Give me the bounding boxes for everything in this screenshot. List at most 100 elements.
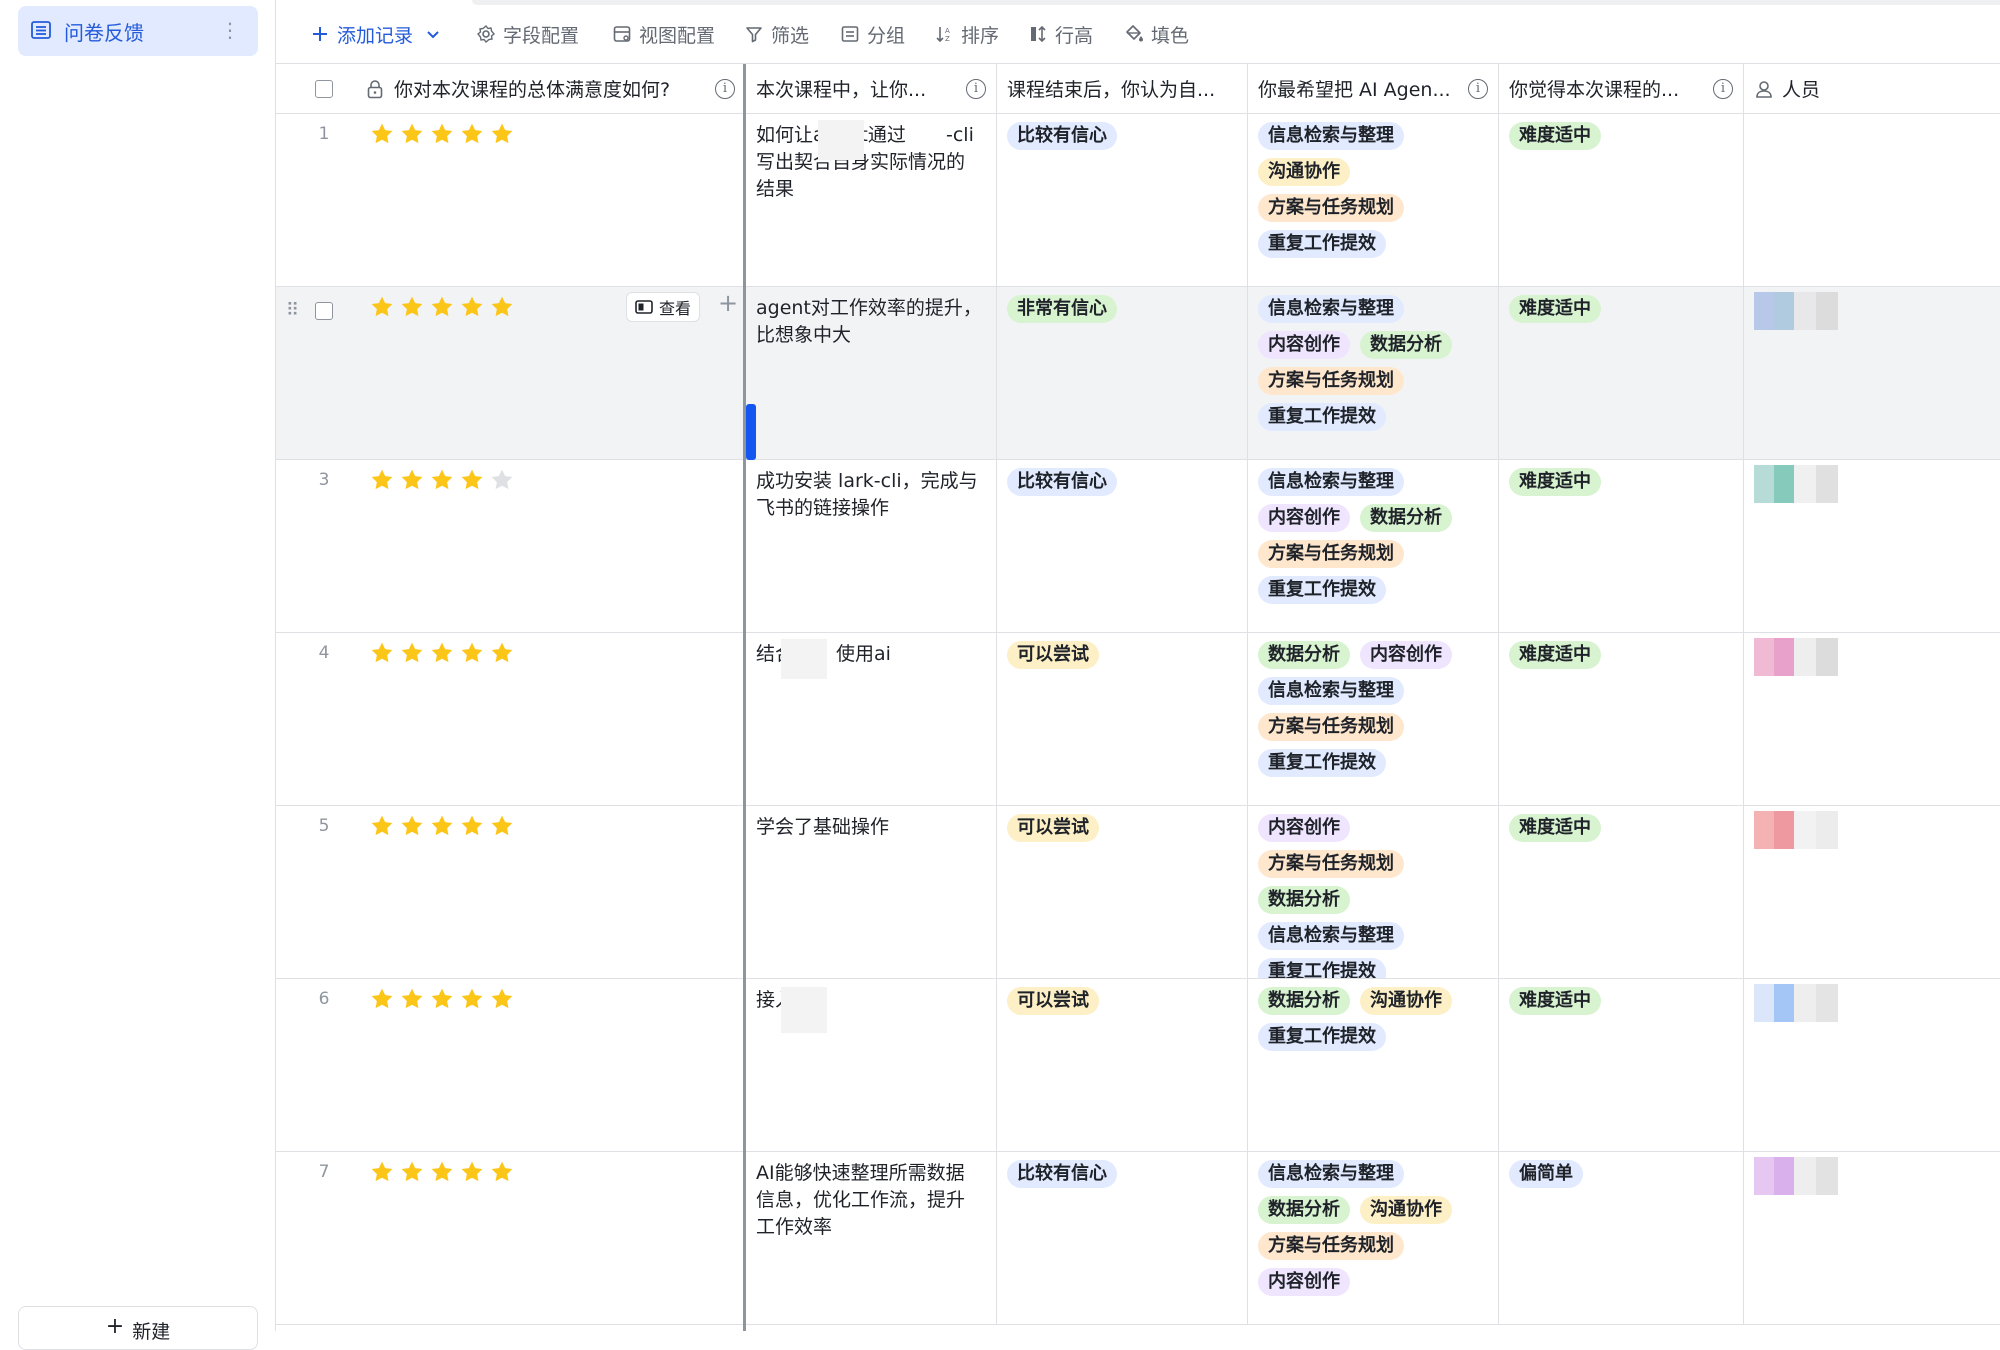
confidence-tag[interactable]: 非常有信心 [1007, 295, 1117, 323]
agent-use-tag[interactable]: 沟通协作 [1360, 987, 1452, 1015]
group-button[interactable]: 分组 [840, 20, 905, 48]
agent-use-tag[interactable]: 重复工作提效 [1258, 749, 1386, 777]
header-col-person[interactable]: 人员 [1744, 64, 2000, 114]
star-rating[interactable] [370, 814, 514, 838]
star-icon[interactable] [430, 814, 454, 838]
star-icon[interactable] [400, 295, 424, 319]
avatar[interactable] [1754, 1157, 1838, 1195]
agent-use-tag[interactable]: 数据分析 [1258, 987, 1350, 1015]
info-icon[interactable]: i [1713, 78, 1733, 99]
sort-button[interactable]: AZ 排序 [934, 20, 999, 48]
agent-use-tag[interactable]: 方案与任务规划 [1258, 540, 1404, 568]
star-rating[interactable] [370, 987, 514, 1011]
avatar[interactable] [1754, 465, 1838, 503]
star-icon[interactable] [370, 122, 394, 146]
star-icon[interactable] [460, 1160, 484, 1184]
difficulty-tag[interactable]: 难度适中 [1509, 468, 1601, 496]
star-rating[interactable] [370, 122, 514, 146]
star-icon[interactable] [370, 468, 394, 492]
header-col-difficulty[interactable]: 你觉得本次课程的... i [1499, 64, 1744, 114]
star-icon[interactable] [430, 122, 454, 146]
star-icon[interactable] [370, 641, 394, 665]
info-icon[interactable]: i [1468, 78, 1488, 99]
difficulty-tag[interactable]: 难度适中 [1509, 987, 1601, 1015]
more-vertical-icon[interactable]: ⋮ [220, 18, 240, 42]
star-icon[interactable] [490, 295, 514, 319]
star-icon[interactable] [400, 987, 424, 1011]
field-config-button[interactable]: 字段配置 [476, 20, 579, 48]
star-icon[interactable] [400, 468, 424, 492]
agent-use-tag[interactable]: 信息检索与整理 [1258, 295, 1404, 323]
agent-use-tag[interactable]: 数据分析 [1360, 504, 1452, 532]
agent-use-tag[interactable]: 方案与任务规划 [1258, 1232, 1404, 1260]
agent-use-tag[interactable]: 方案与任务规划 [1258, 713, 1404, 741]
row-height-button[interactable]: 行高 [1028, 20, 1093, 48]
confidence-tag[interactable]: 比较有信心 [1007, 122, 1117, 150]
star-icon[interactable] [460, 468, 484, 492]
agent-use-tag[interactable]: 内容创作 [1360, 641, 1452, 669]
sidebar-item-questionnaire[interactable]: 问卷反馈 ⋮ [18, 6, 258, 56]
header-col-satisfaction[interactable]: 你对本次课程的总体满意度如何? i [276, 64, 746, 114]
agent-use-tag[interactable]: 信息检索与整理 [1258, 922, 1404, 950]
info-icon[interactable]: i [715, 78, 735, 99]
star-icon[interactable] [400, 814, 424, 838]
chevron-down-icon[interactable] [425, 26, 441, 42]
frozen-column-divider[interactable] [743, 64, 746, 1331]
agent-use-tag[interactable]: 数据分析 [1360, 331, 1452, 359]
confidence-tag[interactable]: 可以尝试 [1007, 814, 1099, 842]
filter-button[interactable]: 筛选 [744, 20, 809, 48]
agent-use-tag[interactable]: 信息检索与整理 [1258, 468, 1404, 496]
star-icon[interactable] [460, 122, 484, 146]
agent-use-tag[interactable]: 方案与任务规划 [1258, 367, 1404, 395]
column-resize-handle[interactable] [746, 404, 756, 460]
difficulty-tag[interactable]: 难度适中 [1509, 122, 1601, 150]
add-record-button[interactable]: 添加记录 [310, 20, 448, 48]
star-icon[interactable] [490, 814, 514, 838]
agent-use-tag[interactable]: 沟通协作 [1360, 1196, 1452, 1224]
agent-use-tag[interactable]: 重复工作提效 [1258, 958, 1386, 978]
star-icon[interactable] [430, 987, 454, 1011]
agent-use-tag[interactable]: 重复工作提效 [1258, 576, 1386, 604]
header-col-takeaway[interactable]: 本次课程中，让你... i [746, 64, 997, 114]
header-col-confidence[interactable]: 课程结束后，你认为自... [997, 64, 1248, 114]
star-rating[interactable] [370, 468, 514, 492]
difficulty-tag[interactable]: 难度适中 [1509, 641, 1601, 669]
avatar[interactable] [1754, 292, 1838, 330]
agent-use-tag[interactable]: 重复工作提效 [1258, 403, 1386, 431]
star-icon[interactable] [490, 987, 514, 1011]
confidence-tag[interactable]: 比较有信心 [1007, 1160, 1117, 1188]
star-icon[interactable] [370, 814, 394, 838]
confidence-tag[interactable]: 比较有信心 [1007, 468, 1117, 496]
agent-use-tag[interactable]: 信息检索与整理 [1258, 1160, 1404, 1188]
star-icon[interactable] [400, 641, 424, 665]
agent-use-tag[interactable]: 方案与任务规划 [1258, 850, 1404, 878]
star-icon[interactable] [400, 122, 424, 146]
agent-use-tag[interactable]: 内容创作 [1258, 814, 1350, 842]
row-checkbox[interactable] [315, 302, 333, 320]
star-icon[interactable] [490, 1160, 514, 1184]
agent-use-tag[interactable]: 方案与任务规划 [1258, 194, 1404, 222]
star-icon[interactable] [370, 1160, 394, 1184]
star-icon[interactable] [460, 295, 484, 319]
agent-use-tag[interactable]: 内容创作 [1258, 331, 1350, 359]
star-icon[interactable] [460, 987, 484, 1011]
confidence-tag[interactable]: 可以尝试 [1007, 987, 1099, 1015]
agent-use-tag[interactable]: 重复工作提效 [1258, 230, 1386, 258]
add-comment-plus-icon[interactable]: + [718, 289, 738, 317]
star-rating[interactable] [370, 295, 514, 319]
select-all-checkbox[interactable] [315, 80, 333, 98]
avatar[interactable] [1754, 638, 1838, 676]
drag-grip-icon[interactable]: ⠿ [286, 302, 300, 320]
fill-color-button[interactable]: 填色 [1124, 20, 1189, 48]
avatar[interactable] [1754, 984, 1838, 1022]
view-record-button[interactable]: 查看 [626, 292, 701, 322]
star-icon[interactable] [430, 468, 454, 492]
star-icon[interactable] [430, 1160, 454, 1184]
agent-use-tag[interactable]: 信息检索与整理 [1258, 677, 1404, 705]
star-icon[interactable] [370, 987, 394, 1011]
difficulty-tag[interactable]: 难度适中 [1509, 295, 1601, 323]
grid-cell[interactable] [1744, 114, 2000, 287]
star-icon[interactable] [490, 468, 514, 492]
agent-use-tag[interactable]: 沟通协作 [1258, 158, 1350, 186]
header-col-agent-uses[interactable]: 你最希望把 AI Agen... i [1248, 64, 1499, 114]
